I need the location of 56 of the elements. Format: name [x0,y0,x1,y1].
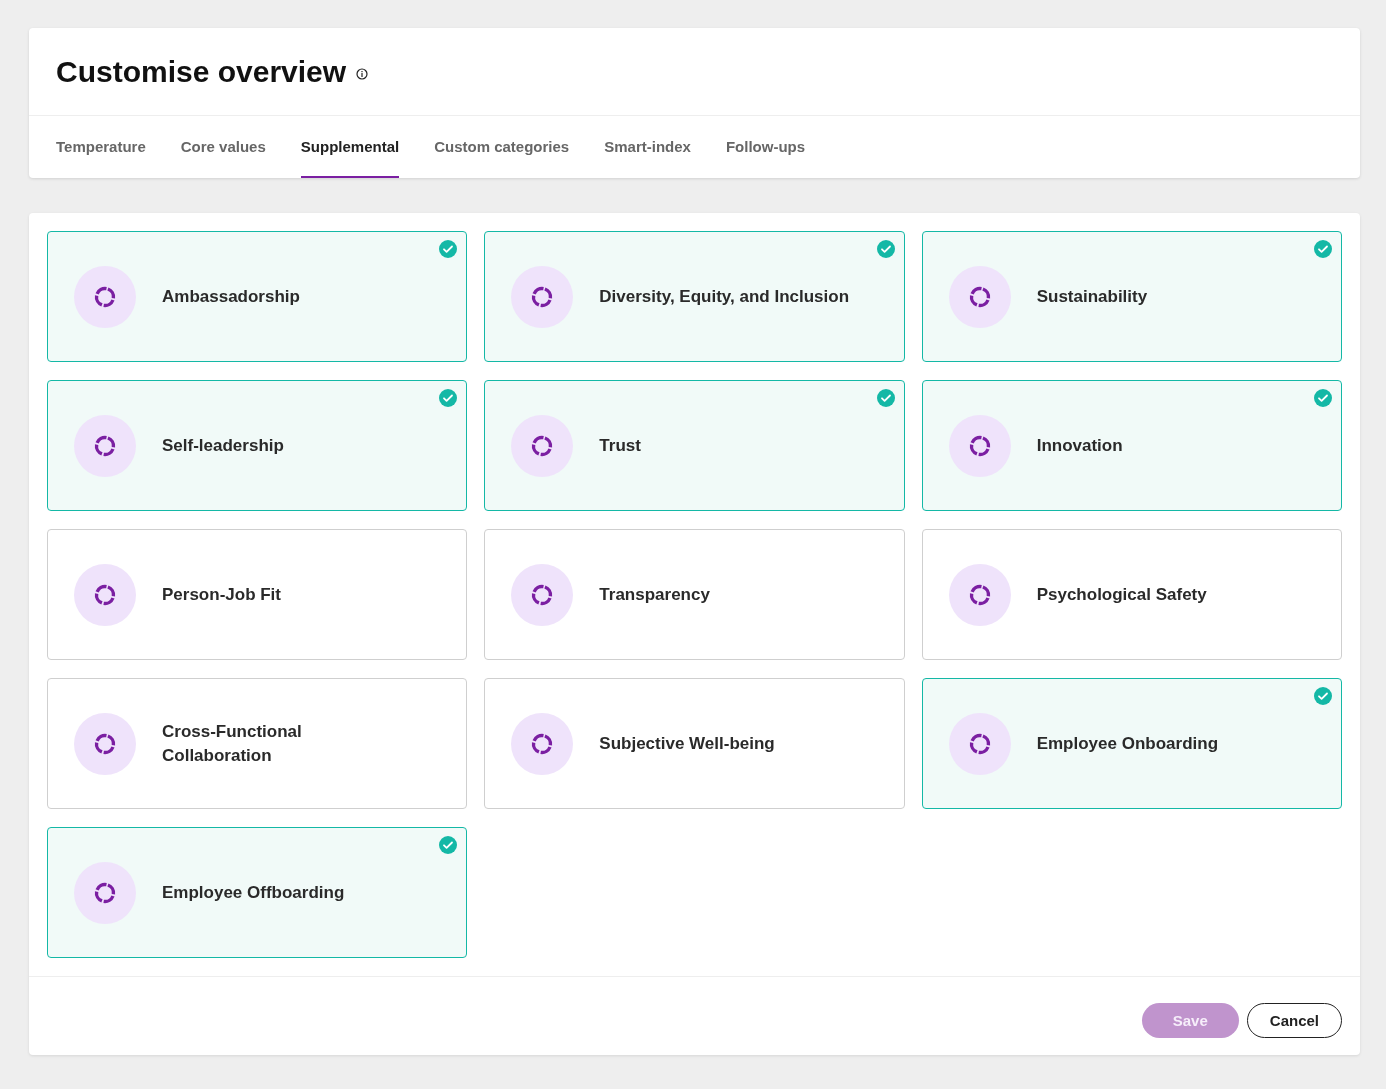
ring-icon [93,284,117,309]
tab[interactable]: Core values [180,116,266,178]
ring-icon [93,880,117,905]
category-label: Sustainability [1036,285,1148,308]
tab[interactable]: Smart-index [604,116,691,178]
ring-icon [967,284,992,309]
category-card[interactable]: Self-leadership [47,380,468,511]
category-label: Transparency [599,583,710,606]
category-label: Ambassadorship [162,285,300,308]
ring-icon [967,433,992,458]
category-card[interactable]: Transparency [484,529,905,660]
category-card[interactable]: Subjective Well-being [484,678,905,809]
category-card[interactable]: Sustainability [921,231,1342,362]
check-icon [876,240,895,258]
category-card[interactable]: Ambassadorship [47,231,468,362]
category-label: Self-leadership [162,434,284,457]
check-icon [1314,240,1332,258]
category-card[interactable]: Diversity, Equity, and Inclusion [484,231,905,362]
category-card[interactable]: Employee Offboarding [47,827,468,958]
tab[interactable]: Custom categories [434,116,570,178]
category-card[interactable]: Innovation [921,380,1342,511]
category-label: Subjective Well-being [599,732,775,755]
check-icon [1314,389,1332,407]
check-icon [439,240,458,258]
check-icon [1314,687,1332,705]
ring-icon [93,731,117,756]
category-label: Employee Offboarding [162,881,345,904]
check-icon [876,389,895,407]
category-label: Innovation [1036,434,1123,457]
category-label: Cross-Functional Collaboration [162,720,303,767]
category-card[interactable]: Psychological Safety [921,529,1342,660]
check-icon [439,389,458,407]
ring-icon [530,731,555,756]
ring-icon [530,433,555,458]
info-icon[interactable] [356,67,369,80]
category-label: Employee Onboarding [1036,732,1218,755]
ring-icon [967,582,992,607]
cancel-button[interactable]: Cancel [1246,1003,1342,1038]
ring-icon [530,582,555,607]
category-card[interactable]: Person-Job Fit [47,529,468,660]
tab[interactable]: Follow-ups [725,116,806,178]
ring-icon [93,433,117,458]
page-title: Customise overview [56,54,347,89]
category-label: Psychological Safety [1036,583,1207,606]
tab[interactable]: Temperature [56,116,146,178]
ring-icon [530,284,555,309]
category-label: Diversity, Equity, and Inclusion [599,285,850,308]
category-card[interactable]: Employee Onboarding [921,678,1342,809]
check-icon [439,836,458,854]
ring-icon [967,731,992,756]
category-card[interactable]: Trust [484,380,905,511]
category-label: Trust [599,434,641,457]
ring-icon [93,582,117,607]
tab[interactable]: Supplemental [300,116,400,178]
category-label: Person-Job Fit [162,583,281,606]
category-card[interactable]: Cross-Functional Collaboration [47,678,468,809]
